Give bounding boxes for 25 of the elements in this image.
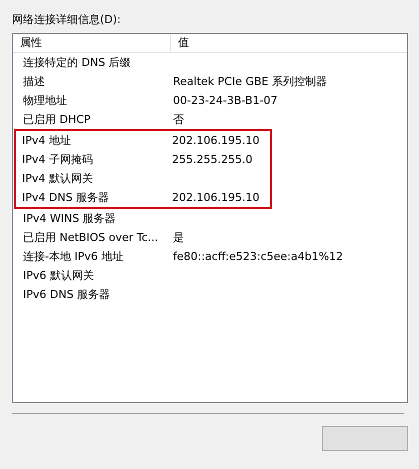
table-cell-text: IPv6 默认网关 [22,268,94,283]
list-label: 网络连接详细信息(D): [12,12,121,28]
table-cell: 是 [173,230,184,245]
table-cell-text: 描述 [22,74,45,89]
table-cell-text: 已启用 NetBIOS over Tc... [22,230,158,245]
table-cell-text: IPv4 WINS 服务器 [22,211,116,226]
table-cell-text: 连接-本地 IPv6 地址 [22,249,124,264]
dialog-button[interactable] [322,426,408,451]
table-cell: 否 [173,112,184,127]
table-cell: 255.255.255.0 [172,152,252,167]
table-cell: fe80::acff:e523:c5ee:a4b1%12 [173,249,344,264]
table-cell-text: 已启用 DHCP [22,112,91,127]
table-cell-text: IPv4 子网掩码 [21,152,93,167]
table-cell: 202.106.195.10 [172,190,260,205]
table-cell-text: 连接特定的 DNS 后缀 [22,55,131,70]
table-cell: 202.106.195.10 [172,133,260,148]
column-header[interactable]: 属性 [13,34,171,52]
table-cell: 00-23-24-3B-B1-07 [173,93,278,108]
table-cell-text: 物理地址 [22,93,67,108]
table-cell-text: IPv4 DNS 服务器 [21,190,110,205]
column-header[interactable]: 值 [171,34,407,52]
table-cell-text: IPv6 DNS 服务器 [22,287,110,302]
table-cell-text: IPv4 默认网关 [21,171,93,186]
table-cell-text: IPv4 地址 [21,133,71,148]
table-cell: Realtek PCIe GBE 系列控制器 [173,74,327,89]
